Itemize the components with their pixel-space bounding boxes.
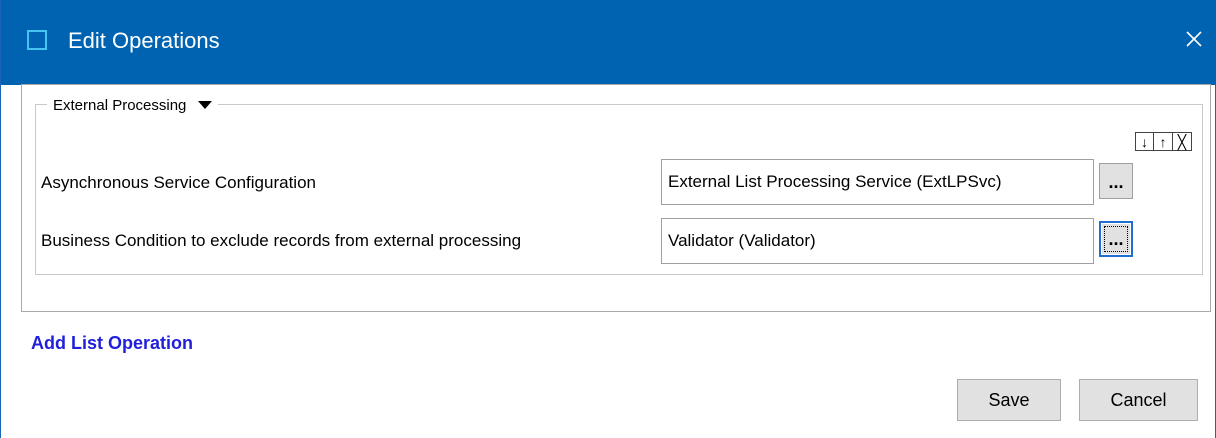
window-title: Edit Operations bbox=[68, 28, 220, 53]
move-down-button[interactable]: ↓ bbox=[1135, 132, 1154, 151]
business-condition-label: Business Condition to exclude records fr… bbox=[41, 231, 522, 250]
save-button[interactable]: Save bbox=[957, 379, 1061, 421]
title-bar: Edit Operations bbox=[1, 0, 1216, 85]
close-icon[interactable] bbox=[1177, 22, 1211, 56]
move-up-button[interactable]: ↑ bbox=[1154, 132, 1173, 151]
edit-operations-dialog: Edit Operations External Processing ↓ ↑ … bbox=[0, 0, 1216, 438]
add-list-operation-link[interactable]: Add List Operation bbox=[31, 333, 193, 354]
caret-down-icon[interactable] bbox=[198, 101, 213, 109]
cancel-button[interactable]: Cancel bbox=[1079, 379, 1198, 421]
business-condition-field[interactable]: Validator (Validator) bbox=[661, 218, 1094, 264]
group-legend: External Processing bbox=[47, 93, 219, 117]
async-service-browse-button[interactable]: ... bbox=[1099, 163, 1133, 199]
remove-operation-button[interactable]: ╳ bbox=[1173, 132, 1192, 151]
operation-tools: ↓ ↑ ╳ bbox=[1135, 132, 1192, 152]
async-service-label: Asynchronous Service Configuration bbox=[41, 173, 316, 192]
window-icon bbox=[27, 30, 47, 50]
group-legend-label: External Processing bbox=[53, 96, 187, 114]
async-service-field[interactable]: External List Processing Service (ExtLPS… bbox=[661, 159, 1094, 205]
business-condition-browse-button[interactable]: ... bbox=[1099, 221, 1133, 257]
